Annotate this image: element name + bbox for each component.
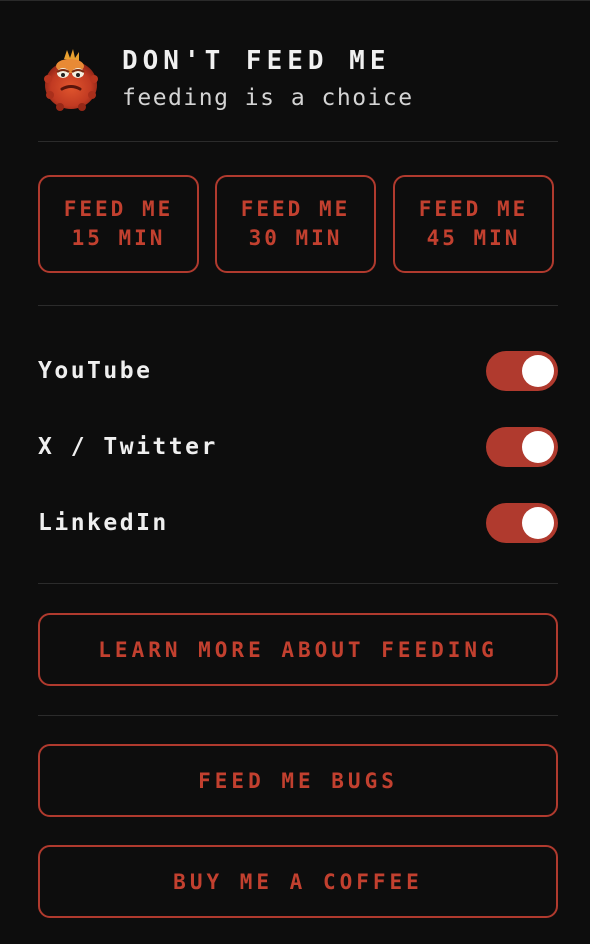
learn-more-button[interactable]: LEARN MORE ABOUT FEEDING bbox=[38, 613, 558, 686]
toggle-label-linkedin: LinkedIn bbox=[38, 510, 169, 536]
feed-button-label: FEED ME bbox=[240, 197, 351, 221]
divider bbox=[38, 141, 558, 142]
feed-45-min-button[interactable]: FEED ME 45 MIN bbox=[393, 175, 554, 273]
feed-button-label: FEED ME bbox=[418, 197, 529, 221]
app-subtitle: feeding is a choice bbox=[122, 85, 414, 111]
toggle-label-twitter: X / Twitter bbox=[38, 434, 218, 460]
feed-me-bugs-label: FEED ME BUGS bbox=[198, 768, 398, 793]
feed-button-duration: 45 MIN bbox=[426, 226, 521, 250]
toggle-label-youtube: YouTube bbox=[38, 358, 153, 384]
feed-button-label: FEED ME bbox=[63, 197, 174, 221]
feed-30-min-button[interactable]: FEED ME 30 MIN bbox=[215, 175, 376, 273]
monster-mascot-icon bbox=[44, 49, 98, 111]
feed-15-min-button[interactable]: FEED ME 15 MIN bbox=[38, 175, 199, 273]
feed-button-duration: 15 MIN bbox=[71, 226, 166, 250]
youtube-toggle[interactable] bbox=[486, 351, 558, 391]
toggle-knob bbox=[522, 355, 554, 387]
divider bbox=[38, 305, 558, 306]
app-title: DON'T FEED ME bbox=[122, 46, 391, 76]
toggle-row-twitter: X / Twitter bbox=[38, 427, 558, 467]
learn-more-label: LEARN MORE ABOUT FEEDING bbox=[98, 637, 498, 662]
twitter-toggle[interactable] bbox=[486, 427, 558, 467]
linkedin-toggle[interactable] bbox=[486, 503, 558, 543]
divider bbox=[38, 583, 558, 584]
feed-me-bugs-button[interactable]: FEED ME BUGS bbox=[38, 744, 558, 817]
buy-me-a-coffee-button[interactable]: BUY ME A COFFEE bbox=[38, 845, 558, 918]
divider bbox=[38, 715, 558, 716]
popup-panel: DON'T FEED ME feeding is a choice FEED M… bbox=[0, 0, 590, 944]
toggle-knob bbox=[522, 431, 554, 463]
toggle-row-youtube: YouTube bbox=[38, 351, 558, 391]
header: DON'T FEED ME feeding is a choice bbox=[38, 45, 558, 117]
feed-button-duration: 30 MIN bbox=[248, 226, 343, 250]
toggle-row-linkedin: LinkedIn bbox=[38, 503, 558, 543]
toggle-knob bbox=[522, 507, 554, 539]
buy-me-a-coffee-label: BUY ME A COFFEE bbox=[173, 869, 423, 894]
